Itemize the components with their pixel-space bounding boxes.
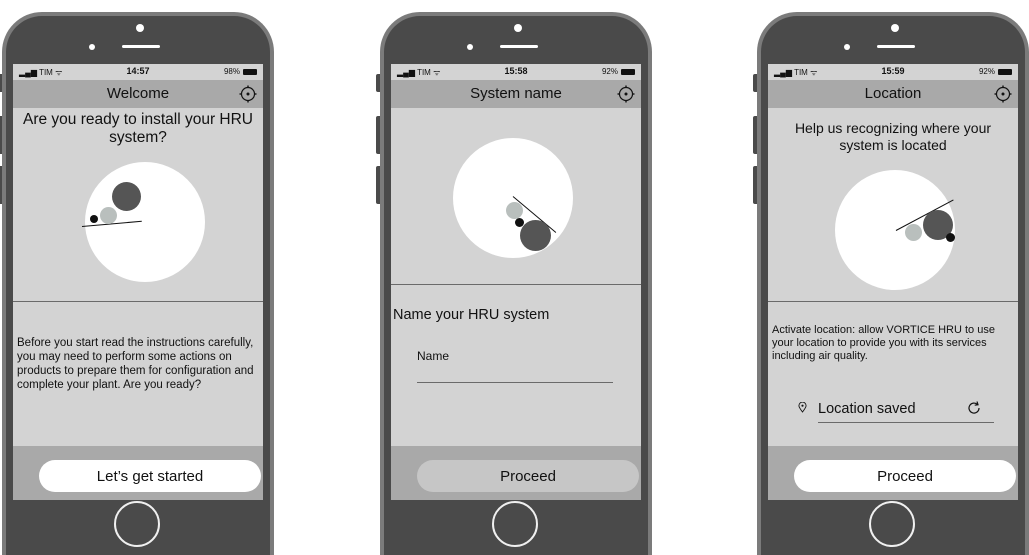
earpiece-speaker [500, 45, 538, 48]
get-started-button[interactable]: Let’s get started [39, 460, 261, 492]
settings-icon[interactable] [239, 85, 257, 103]
footer-bar: Proceed [391, 446, 641, 500]
battery-icon [998, 68, 1012, 75]
location-permission-text: Activate location: allow VORTICE HRU to … [772, 324, 995, 362]
proceed-button[interactable]: Proceed [794, 460, 1016, 492]
divider [13, 301, 263, 302]
footer-bar: Proceed [768, 446, 1018, 500]
phone-welcome: ▂▄▆ TIM ᯤ 14:57 98% Welcome Are you read… [0, 12, 274, 555]
footer-bar: Let’s get started [13, 446, 263, 500]
black-ball [946, 233, 955, 242]
page-title: Welcome [106, 85, 170, 102]
divider [768, 301, 1018, 302]
screen: ▂▄▆ TIM ᯤ 14:57 98% Welcome Are you read… [13, 64, 263, 500]
sensor [89, 44, 95, 50]
location-pin-icon [798, 402, 807, 413]
front-camera [891, 24, 899, 32]
section-title: Name your HRU system [393, 307, 550, 323]
location-value: Location saved [818, 401, 916, 417]
instructions-text: Before you start read the instructions c… [17, 337, 254, 391]
settings-icon[interactable] [994, 85, 1012, 103]
illustration-circle [453, 138, 573, 258]
battery-indicator: 92% [979, 67, 1012, 76]
nav-bar: System name [391, 80, 641, 108]
divider [391, 284, 641, 285]
page-title: System name [470, 85, 562, 102]
name-field-label: Name [417, 349, 450, 363]
volume-up-button [0, 116, 2, 154]
earpiece-speaker [122, 45, 160, 48]
mute-switch [0, 74, 2, 92]
volume-up-button [753, 116, 757, 154]
screen: ▂▄▆ TIM ᯤ 15:58 92% System name Name you… [391, 64, 641, 500]
status-bar: ▂▄▆ TIM ᯤ 14:57 98% [13, 64, 263, 80]
battery-indicator: 92% [602, 67, 635, 76]
page-title: Location [864, 85, 922, 102]
volume-up-button [376, 116, 380, 154]
front-camera [136, 24, 144, 32]
nav-bar: Welcome [13, 80, 263, 108]
front-camera [514, 24, 522, 32]
volume-down-button [376, 166, 380, 204]
settings-icon[interactable] [617, 85, 635, 103]
light-ball [506, 202, 523, 219]
dark-ball [520, 220, 551, 251]
heading: Are you ready to install your HRU system… [22, 111, 253, 146]
home-button[interactable] [869, 501, 915, 547]
status-bar: ▂▄▆ TIM ᯤ 15:58 92% [391, 64, 641, 80]
phone-location: ▂▄▆ TIM ᯤ 15:59 92% Location Help us rec… [753, 12, 1029, 555]
refresh-icon[interactable] [966, 400, 982, 416]
name-input[interactable] [417, 366, 613, 383]
status-bar: ▂▄▆ TIM ᯤ 15:59 92% [768, 64, 1018, 80]
phone-system-name: ▂▄▆ TIM ᯤ 15:58 92% System name Name you… [376, 12, 652, 555]
home-button[interactable] [492, 501, 538, 547]
sensor [467, 44, 473, 50]
light-ball [905, 224, 922, 241]
battery-icon [621, 68, 635, 75]
mute-switch [753, 74, 757, 92]
battery-icon [243, 68, 257, 75]
volume-down-button [753, 166, 757, 204]
nav-bar: Location [768, 80, 1018, 108]
mute-switch [376, 74, 380, 92]
dark-ball [112, 182, 141, 211]
sensor [844, 44, 850, 50]
heading: Help us recognizing where your system is… [794, 120, 992, 153]
home-button[interactable] [114, 501, 160, 547]
black-ball [90, 215, 98, 223]
volume-down-button [0, 166, 2, 204]
light-ball [100, 207, 117, 224]
earpiece-speaker [877, 45, 915, 48]
battery-indicator: 98% [224, 67, 257, 76]
proceed-button[interactable]: Proceed [417, 460, 639, 492]
screen: ▂▄▆ TIM ᯤ 15:59 92% Location Help us rec… [768, 64, 1018, 500]
